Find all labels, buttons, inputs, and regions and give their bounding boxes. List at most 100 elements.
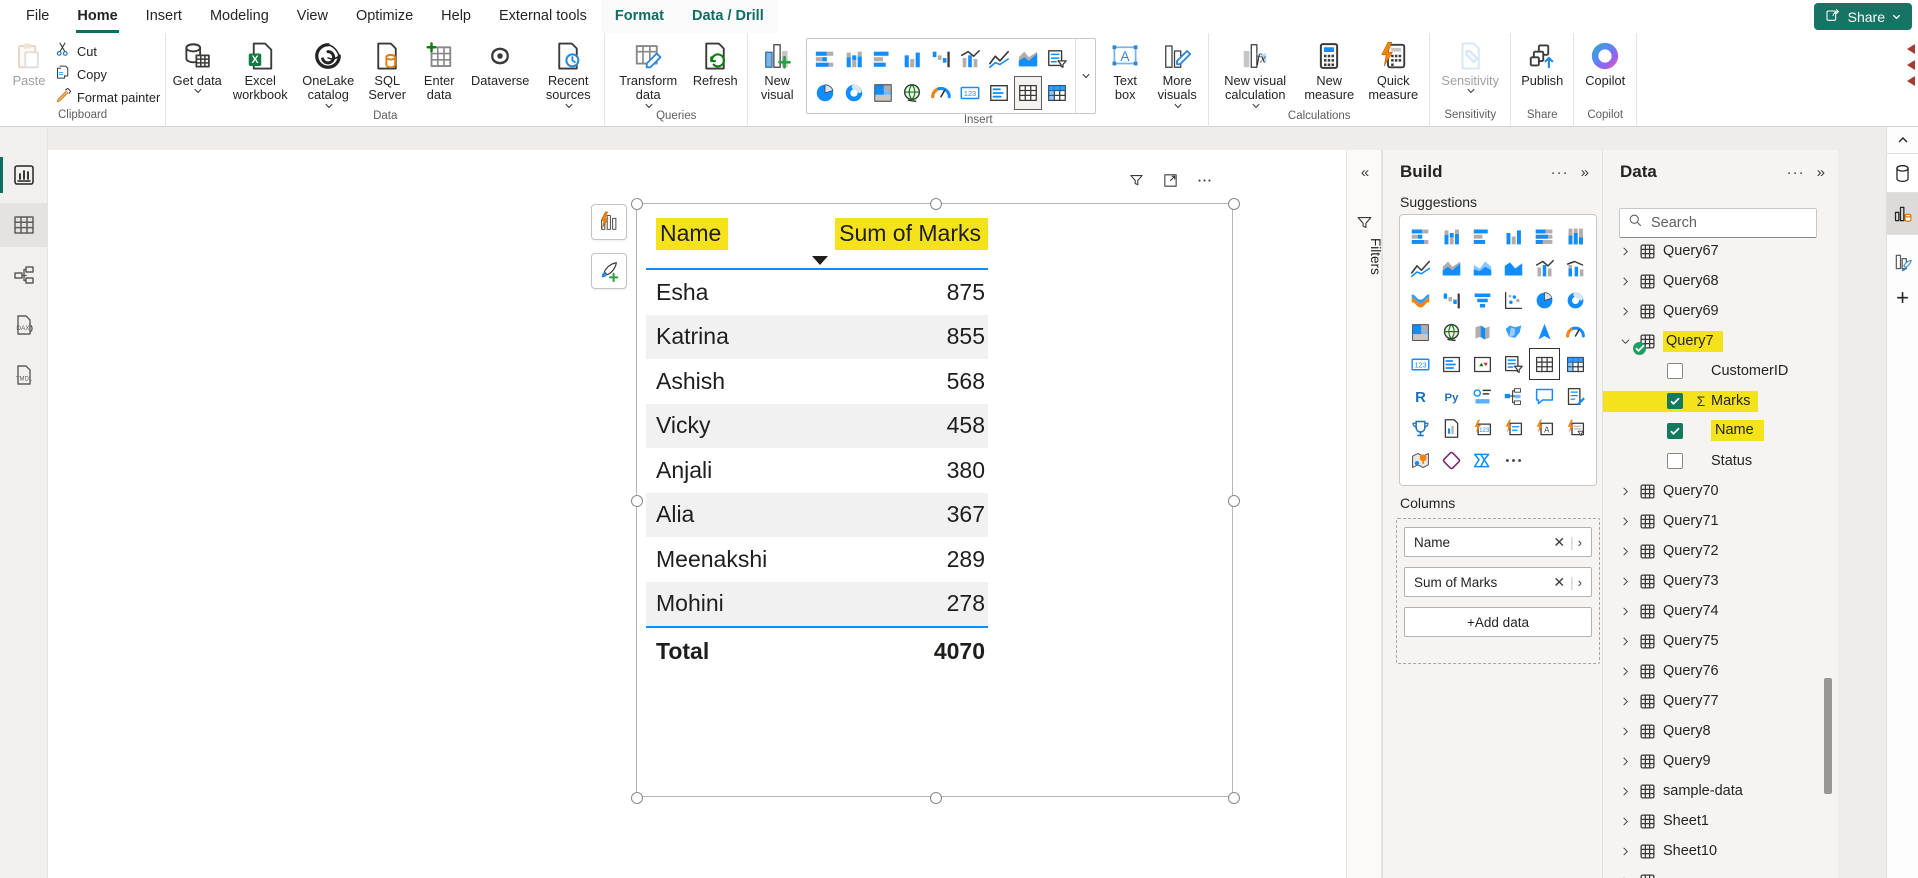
suggestion-shape-map[interactable] bbox=[1498, 316, 1529, 348]
field-options-icon[interactable]: › bbox=[1575, 575, 1585, 590]
chevron-right-icon[interactable] bbox=[1619, 546, 1631, 557]
suggestion-pie-chart[interactable] bbox=[1529, 284, 1560, 316]
suggestion-slicer[interactable] bbox=[1498, 348, 1529, 380]
suggestion-decomposition-tree[interactable] bbox=[1498, 380, 1529, 412]
more-options-icon[interactable]: ··· bbox=[1787, 164, 1805, 181]
suggestion-filled-area-chart[interactable] bbox=[1498, 252, 1529, 284]
share-button[interactable]: Share bbox=[1814, 3, 1912, 30]
gallery-line-clustered-column-combo[interactable] bbox=[956, 42, 984, 76]
chevron-right-icon[interactable] bbox=[1619, 696, 1631, 707]
tree-table-query75[interactable]: Query75 bbox=[1603, 626, 1824, 656]
gallery-map[interactable] bbox=[898, 76, 926, 110]
tree-field-name[interactable]: Name bbox=[1603, 416, 1824, 446]
onelake-catalog-button[interactable]: OneLake catalog bbox=[297, 38, 359, 110]
menu-tab-help[interactable]: Help bbox=[427, 0, 485, 33]
chevron-right-icon[interactable] bbox=[1619, 846, 1631, 857]
menu-tab-optimize[interactable]: Optimize bbox=[342, 0, 427, 33]
suggestion-bolt-list[interactable] bbox=[1560, 412, 1591, 444]
tree-table-sheet10[interactable]: Sheet10 bbox=[1603, 836, 1824, 866]
tree-field-customerid[interactable]: CustomerID bbox=[1603, 356, 1824, 386]
copilot-button[interactable]: Copilot bbox=[1579, 38, 1631, 89]
field-checkbox[interactable] bbox=[1667, 423, 1683, 439]
new-measure-button[interactable]: New measure bbox=[1298, 38, 1360, 104]
suggestion-arcgis-map[interactable] bbox=[1405, 444, 1436, 476]
gallery-stacked-column-chart[interactable] bbox=[840, 42, 868, 76]
field-chip-name[interactable]: Name✕|› bbox=[1404, 527, 1592, 557]
table-visual[interactable]: Name Sum of Marks Esha875Katrina855Ashis… bbox=[646, 214, 988, 674]
table-row[interactable]: Alia367 bbox=[646, 493, 988, 538]
suggestion-funnel-chart[interactable] bbox=[1467, 284, 1498, 316]
cut-button[interactable]: Cut bbox=[55, 41, 160, 61]
enter-data-button[interactable]: Enter data bbox=[415, 38, 463, 104]
table-row[interactable]: Vicky458 bbox=[646, 404, 988, 449]
collapse-up-icon[interactable] bbox=[1887, 133, 1918, 151]
recent-sources-button[interactable]: Recent sources bbox=[537, 38, 599, 110]
copy-button[interactable]: Copy bbox=[55, 64, 160, 84]
chevron-right-icon[interactable] bbox=[1619, 486, 1631, 497]
gallery-clustered-column-chart[interactable] bbox=[898, 42, 926, 76]
suggestion-filled-map[interactable] bbox=[1467, 316, 1498, 348]
tree-table-sheet1[interactable]: Sheet1 bbox=[1603, 806, 1824, 836]
resize-handle[interactable] bbox=[631, 495, 643, 507]
column-header-name[interactable]: Name bbox=[646, 214, 797, 268]
gallery-matrix[interactable] bbox=[1043, 76, 1071, 110]
gallery-stacked-bar-chart[interactable] bbox=[811, 42, 839, 76]
publish-button[interactable]: Publish bbox=[1516, 38, 1568, 89]
table-row[interactable]: Anjali380 bbox=[646, 448, 988, 493]
suggestion-kpi[interactable] bbox=[1467, 348, 1498, 380]
new-visual-calculation-button[interactable]: fxNew visual calculation bbox=[1214, 38, 1296, 110]
resize-handle[interactable] bbox=[930, 792, 942, 804]
suggestion-gauge[interactable] bbox=[1560, 316, 1591, 348]
suggestion-map[interactable] bbox=[1436, 316, 1467, 348]
chevron-right-icon[interactable] bbox=[1619, 276, 1631, 287]
gallery-slicer[interactable] bbox=[1043, 42, 1071, 76]
dataverse-button[interactable]: Dataverse bbox=[465, 38, 535, 89]
suggestion-bolt-text[interactable]: A bbox=[1529, 412, 1560, 444]
tree-table-query71[interactable]: Query71 bbox=[1603, 506, 1824, 536]
gallery-clustered-bar-chart[interactable] bbox=[869, 42, 897, 76]
suggestion-smart-narrative[interactable] bbox=[1560, 380, 1591, 412]
tree-table-query7[interactable]: Query7 bbox=[1603, 326, 1824, 356]
field-checkbox[interactable] bbox=[1667, 363, 1683, 379]
chevron-right-icon[interactable] bbox=[1619, 666, 1631, 677]
chevron-right-icon[interactable] bbox=[1619, 756, 1631, 767]
build-pane-toggle-icon[interactable] bbox=[1887, 193, 1918, 235]
quick-measure-button[interactable]: Quick measure bbox=[1362, 38, 1424, 104]
resize-handle[interactable] bbox=[930, 198, 942, 210]
dax-query-view-icon[interactable]: DAX bbox=[0, 303, 48, 347]
gallery-multi-row-card[interactable] bbox=[985, 76, 1013, 110]
suggestion-ribbon-chart[interactable] bbox=[1405, 284, 1436, 316]
chevron-right-icon[interactable] bbox=[1619, 516, 1631, 527]
suggestion-power-apps[interactable] bbox=[1436, 444, 1467, 476]
menu-tab-file[interactable]: File bbox=[12, 0, 63, 33]
suggestion-clustered-bar-chart[interactable] bbox=[1467, 220, 1498, 252]
suggestion-more-visuals-dots[interactable] bbox=[1498, 444, 1529, 476]
chevron-right-icon[interactable] bbox=[1619, 726, 1631, 737]
suggestion-donut-chart[interactable] bbox=[1560, 284, 1591, 316]
suggestion-key-influencers[interactable] bbox=[1467, 380, 1498, 412]
suggestion-azure-map[interactable] bbox=[1529, 316, 1560, 348]
tree-table-query68[interactable]: Query68 bbox=[1603, 266, 1824, 296]
tree-table-partial[interactable] bbox=[1603, 866, 1824, 878]
data-pane-toggle-icon[interactable] bbox=[1887, 153, 1918, 193]
format-pane-toggle-icon[interactable] bbox=[1887, 245, 1918, 279]
text-box-button[interactable]: AText box bbox=[1101, 38, 1149, 104]
collapse-pane-icon[interactable]: » bbox=[1581, 164, 1590, 181]
format-painter-button[interactable]: Format painter bbox=[55, 87, 160, 107]
suggestion-line-clustered-column-combo[interactable] bbox=[1529, 252, 1560, 284]
suggestion-scatter-chart[interactable] bbox=[1498, 284, 1529, 316]
suggestion-stacked-column-chart[interactable] bbox=[1436, 220, 1467, 252]
menu-tab-home[interactable]: Home bbox=[63, 0, 131, 33]
report-view-icon[interactable] bbox=[0, 153, 48, 197]
search-input[interactable] bbox=[1651, 215, 1801, 231]
suggestion-bolt-slicer[interactable] bbox=[1498, 412, 1529, 444]
table-view-icon[interactable] bbox=[0, 203, 48, 247]
sensitivity-button[interactable]: Sensitivity bbox=[1435, 38, 1505, 95]
tree-table-query73[interactable]: Query73 bbox=[1603, 566, 1824, 596]
suggestion-qa-visual[interactable] bbox=[1529, 380, 1560, 412]
chevron-right-icon[interactable] bbox=[1619, 786, 1631, 797]
ribbon-scroll-arrows-icon[interactable] bbox=[1907, 44, 1915, 86]
resize-handle[interactable] bbox=[1228, 198, 1240, 210]
chevron-right-icon[interactable] bbox=[1619, 306, 1631, 317]
chevron-right-icon[interactable] bbox=[1619, 636, 1631, 647]
